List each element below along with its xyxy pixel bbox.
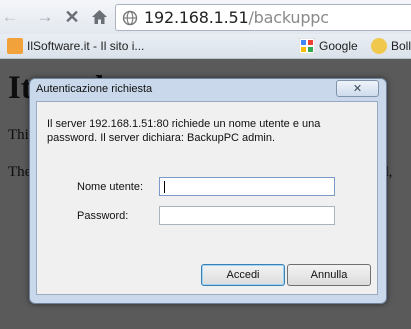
back-arrow-icon[interactable]: ← xyxy=(0,7,20,27)
browser-toolbar: ← → ✕ 192.168.1.51/backuppc xyxy=(0,0,411,34)
url-host: 192.168.1.51 xyxy=(144,8,249,27)
password-field[interactable] xyxy=(159,206,335,225)
dialog-message: Il server 192.168.1.51:80 richiede un no… xyxy=(47,118,321,144)
google-favicon-icon xyxy=(298,37,316,55)
login-button[interactable]: Accedi xyxy=(201,264,285,286)
cancel-button[interactable]: Annulla xyxy=(287,264,371,286)
url-text: 192.168.1.51/backuppc xyxy=(144,8,329,27)
dialog-close-button[interactable]: ✕ xyxy=(336,80,379,97)
username-label: Nome utente: xyxy=(77,181,144,193)
bookmark-label: IlSoftware.it - Il sito i... xyxy=(27,39,145,53)
page-text-line: Thi xyxy=(8,127,29,143)
dialog-body: Il server 192.168.1.51:80 richiede un no… xyxy=(36,101,378,295)
ilsoftware-favicon-icon xyxy=(7,38,23,54)
bookmarks-bar: IlSoftware.it - Il sito i... Google Boll xyxy=(0,34,411,59)
forward-arrow-icon[interactable]: → xyxy=(35,7,55,27)
url-path: /backuppc xyxy=(248,8,329,27)
bookmark-google[interactable]: Google xyxy=(298,37,358,55)
bookmark-ilsoftware[interactable]: IlSoftware.it - Il sito i... xyxy=(7,37,144,55)
page-text-line: The xyxy=(8,164,32,180)
boll-favicon-icon xyxy=(371,38,387,54)
username-field[interactable] xyxy=(159,177,335,196)
bookmark-label: Google xyxy=(319,39,358,53)
close-icon: ✕ xyxy=(352,83,363,95)
auth-dialog: Autenticazione richiesta ✕ Il server 192… xyxy=(29,78,387,304)
bookmark-boll[interactable]: Boll xyxy=(371,37,411,55)
text-caret xyxy=(164,181,165,193)
stop-icon[interactable]: ✕ xyxy=(62,7,82,27)
home-icon[interactable] xyxy=(89,7,109,27)
address-bar[interactable]: 192.168.1.51/backuppc xyxy=(115,4,411,31)
bookmark-label: Boll xyxy=(391,39,411,53)
password-label: Password: xyxy=(77,210,129,222)
dialog-title: Autenticazione richiesta xyxy=(36,83,153,95)
globe-icon xyxy=(122,10,138,31)
